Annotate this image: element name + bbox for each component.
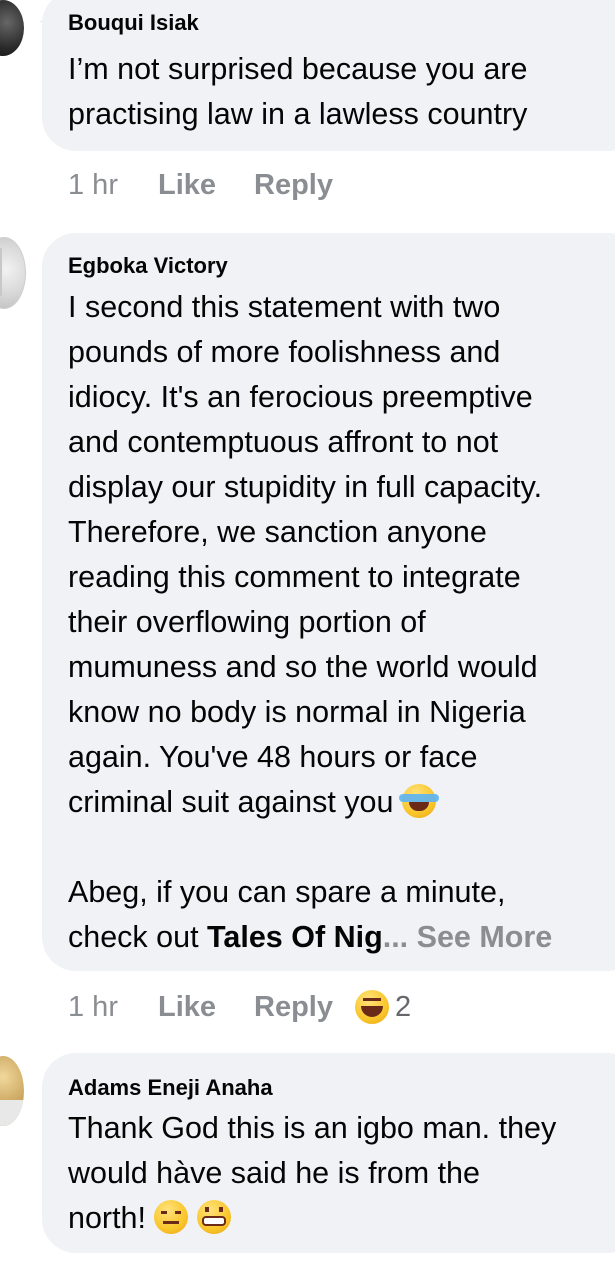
comment-line: and contemptuous affront to not [68,425,499,459]
comment-line: pounds of more foolishness and [68,335,501,369]
timestamp[interactable]: 1 hr [68,169,118,202]
comment-line: their overflowing portion of [68,605,426,639]
like-button[interactable]: Like [158,991,216,1024]
see-more-link[interactable]: ... See More [383,920,553,954]
comment-line: would hàve said he is from the [68,1156,480,1190]
comment-line-text: north! [68,1201,146,1235]
comment-line: reading this comment to integrate [68,560,521,594]
comment-line: again. You've 48 hours or face [68,740,478,774]
comment-line: Abeg, if you can spare a minute, [68,875,506,909]
comment-line: criminal suit against you [68,780,615,825]
comment-text: Thank God this is an igbo man. they woul… [68,1106,615,1241]
avatar-detail [0,1100,24,1126]
comment-author[interactable]: Adams Eneji Anaha [68,1075,273,1101]
comment-text: I’m not surprised because you are practi… [68,47,615,137]
comment-line: I second this statement with two [68,290,501,324]
reaction-count[interactable]: 2 [395,991,411,1024]
haha-reaction-icon[interactable] [355,990,389,1025]
reply-button[interactable]: Reply [254,991,333,1024]
comment-line: display our stupidity in full capacity. [68,470,543,504]
comment-text: I second this statement with two pounds … [68,285,615,960]
timestamp[interactable]: 1 hr [68,991,118,1024]
comment-line: Therefore, we sanction anyone [68,515,487,549]
like-button[interactable]: Like [158,169,216,202]
comment-author[interactable]: Egboka Victory [68,253,228,279]
comment-line-text: check out [68,920,208,954]
avatar[interactable] [0,1056,24,1126]
page-mention-link[interactable]: Tales Of Nig [207,920,383,954]
comment-line: Thank God this is an igbo man. they [68,1111,557,1145]
comment-line: idiocy. It's an ferocious preemptive [68,380,533,414]
tears-of-joy-emoji-icon [398,784,439,818]
reply-button[interactable]: Reply [254,169,333,202]
comment-bubble: Adams Eneji Anaha Thank God this is an i… [42,1053,615,1253]
comment-line-text: criminal suit against you [68,785,394,819]
comment-line: mumuness and so the world would [68,650,538,684]
comment-line: know no body is normal in Nigeria [68,695,526,729]
comment-line: practising law in a lawless country [68,97,528,131]
comment-actions: 1 hr Like Reply [68,168,371,208]
expressionless-face-emoji-icon [154,1200,189,1234]
comment-line: check out Tales Of Nig... See More [68,915,615,960]
comment-bubble: Egboka Victory I second this statement w… [42,233,615,971]
comment-bubble: Bouqui Isiak I’m not surprised because y… [42,0,615,151]
comment-actions: 1 hr Like Reply 2 [68,990,411,1030]
comment-author[interactable]: Bouqui Isiak [68,10,199,36]
grimacing-face-emoji-icon [196,1200,231,1234]
comment-line: I’m not surprised because you are [68,52,528,86]
comment-line: north! [68,1196,615,1241]
avatar[interactable] [0,237,26,309]
avatar[interactable] [0,0,24,56]
